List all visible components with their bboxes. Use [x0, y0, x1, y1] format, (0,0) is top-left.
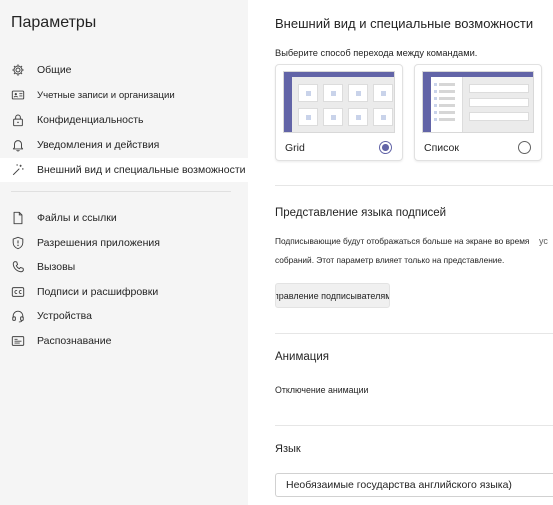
- sidebar-item-label: Устройства: [37, 310, 92, 322]
- lock-icon: [11, 113, 25, 127]
- captions-section-title: Представление языка подписей: [275, 207, 447, 219]
- layout-option-label: Grid: [285, 142, 305, 154]
- truncated-text: ус: [539, 236, 548, 246]
- id-card-icon: [11, 88, 25, 102]
- settings-sidebar: Параметры Общие Учетные записи и организ…: [0, 0, 248, 505]
- captions-description-line1: Подписывающие будут отображаться больше …: [275, 236, 530, 246]
- shield-icon: [11, 236, 25, 250]
- sidebar-item-accounts[interactable]: Учетные записи и организации: [0, 83, 248, 107]
- headset-icon: [11, 309, 25, 323]
- phone-icon: [11, 260, 25, 274]
- sidebar-item-recognition[interactable]: Распознавание: [0, 329, 248, 353]
- sidebar-item-devices[interactable]: Устройства: [0, 304, 248, 328]
- grid-radio[interactable]: [379, 141, 392, 154]
- list-preview-image: [422, 71, 534, 133]
- bell-icon: [11, 138, 25, 152]
- sidebar-item-label: Файлы и ссылки: [37, 212, 117, 224]
- layout-option-grid[interactable]: Grid: [275, 64, 403, 161]
- closed-captions-icon: [11, 285, 25, 299]
- sidebar-item-captions[interactable]: Подписи и расшифровки: [0, 280, 248, 304]
- sidebar-item-general[interactable]: Общие: [0, 58, 248, 82]
- sidebar-item-label: Подписи и расшифровки: [37, 286, 159, 298]
- sidebar-item-label: Распознавание: [37, 335, 112, 347]
- sidebar-item-label: Вызовы: [37, 261, 76, 273]
- sidebar-item-label: Общие: [37, 64, 72, 76]
- sidebar-item-calls[interactable]: Вызовы: [0, 255, 248, 279]
- manage-signers-button[interactable]: Управление подписывателями: [275, 283, 390, 308]
- captions-description-line2: собраний. Этот параметр влияет только на…: [275, 255, 505, 265]
- magic-wand-icon: [11, 163, 25, 177]
- sidebar-item-files[interactable]: Файлы и ссылки: [0, 206, 248, 230]
- section-divider: [275, 425, 553, 426]
- sidebar-item-permissions[interactable]: Разрешения приложения: [0, 231, 248, 255]
- sidebar-item-label: Внешний вид и специальные возможности: [37, 164, 246, 176]
- settings-title: Параметры: [11, 14, 97, 31]
- language-select[interactable]: Необязаимые государства английского язык…: [275, 473, 553, 497]
- grid-preview-image: [283, 71, 395, 133]
- sidebar-item-notifications[interactable]: Уведомления и действия: [0, 133, 248, 157]
- settings-content: Внешний вид и специальные возможности Вы…: [248, 0, 553, 505]
- layout-prompt: Выберите способ перехода между командами…: [275, 48, 478, 58]
- animation-toggle-label[interactable]: Отключение анимации: [275, 385, 368, 395]
- gear-icon: [11, 63, 25, 77]
- sidebar-item-label: Уведомления и действия: [37, 139, 160, 151]
- list-radio[interactable]: [518, 141, 531, 154]
- section-divider: [275, 185, 553, 186]
- file-icon: [11, 211, 25, 225]
- sidebar-item-label: Разрешения приложения: [37, 237, 160, 249]
- layout-option-label: Список: [424, 142, 459, 154]
- language-section-title: Язык: [275, 443, 301, 455]
- page-title: Внешний вид и специальные возможности: [275, 16, 534, 31]
- section-divider: [275, 333, 553, 334]
- sidebar-divider: [11, 191, 231, 192]
- sidebar-item-privacy[interactable]: Конфиденциальность: [0, 108, 248, 132]
- recognition-icon: [11, 334, 25, 348]
- sidebar-item-label: Конфиденциальность: [37, 114, 144, 126]
- sidebar-item-label: Учетные записи и организации: [37, 89, 175, 101]
- sidebar-item-appearance[interactable]: Внешний вид и специальные возможности: [0, 158, 248, 182]
- animation-section-title: Анимация: [275, 351, 329, 363]
- layout-option-list[interactable]: Список: [414, 64, 542, 161]
